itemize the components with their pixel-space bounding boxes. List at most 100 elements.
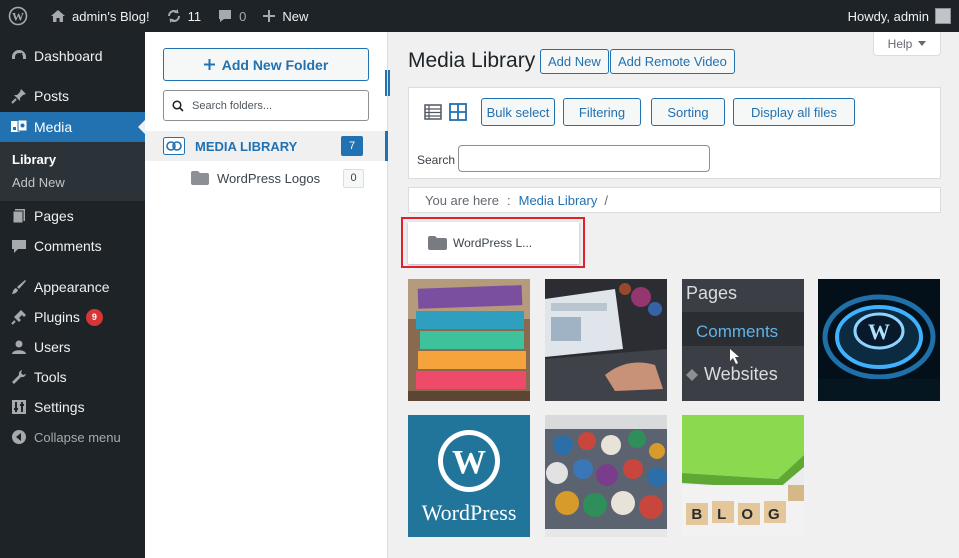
collapse-label: Collapse menu [34, 429, 121, 445]
menu-posts[interactable]: Posts [0, 81, 145, 111]
plus-icon [262, 9, 276, 23]
wp-logo-button[interactable]: W [0, 0, 42, 32]
folder-count: 0 [343, 168, 364, 188]
howdy-text: Howdy, admin [847, 8, 929, 24]
thumb-text-blog: BLOG [691, 506, 794, 523]
page-title: Media Library [408, 49, 536, 72]
list-view-icon[interactable] [424, 103, 442, 121]
media-library-logo-icon [163, 137, 185, 155]
pin-icon [9, 86, 29, 106]
sorting-button[interactable]: Sorting [651, 98, 725, 126]
search-icon [172, 99, 184, 112]
plugins-update-badge: 9 [85, 308, 103, 326]
thumbnail-wordpress-badges[interactable] [545, 415, 667, 537]
menu-users[interactable]: Users [0, 332, 145, 362]
add-folder-label: Add New Folder [221, 56, 329, 73]
thumbnail-colorful-books[interactable] [408, 279, 530, 401]
menu-label: Plugins [34, 309, 80, 325]
folder-item[interactable]: WordPress Logos 0 [145, 165, 388, 191]
thumbnail-glowing-wordpress-logo[interactable]: W [818, 279, 940, 401]
updates-link[interactable]: 11 [158, 0, 210, 32]
menu-appearance[interactable]: Appearance [0, 272, 145, 302]
updates-count: 11 [187, 8, 202, 24]
media-toolbar: Bulk select Filtering Sorting Display al… [408, 87, 941, 179]
site-name: admin's Blog! [72, 8, 150, 24]
menu-label: Comments [34, 238, 102, 254]
menu-dashboard[interactable]: Dashboard [0, 41, 145, 71]
svg-text:W: W [452, 444, 486, 481]
brush-icon [9, 277, 29, 297]
menu-label: Posts [34, 88, 70, 104]
breadcrumb-prefix: You are here [425, 192, 499, 208]
settings-icon [9, 397, 29, 417]
highlight-box [401, 217, 585, 268]
grid-view-icon[interactable] [449, 103, 467, 121]
menu-tools[interactable]: Tools [0, 362, 145, 392]
thumbnail-wordpress-logo[interactable]: W WordPress [408, 415, 530, 537]
menu-label: Settings [34, 399, 85, 415]
thumbnail-blog-cubes[interactable]: BLOG [682, 415, 804, 537]
folder-icon [191, 171, 209, 185]
menu-settings[interactable]: Settings [0, 392, 145, 422]
comment-icon [9, 236, 29, 256]
menu-comments[interactable]: Comments [0, 231, 145, 261]
thumb-text-comments: Comments [696, 322, 778, 341]
menu-label: Tools [34, 369, 67, 385]
media-submenu: Library Add New [0, 142, 145, 201]
help-tab[interactable]: Help [873, 32, 941, 56]
search-folders-input[interactable]: Search folders... [163, 90, 369, 121]
media-library-root[interactable]: MEDIA LIBRARY 7 [145, 131, 388, 161]
pages-icon [9, 206, 29, 226]
add-new-button[interactable]: Add New [540, 49, 609, 74]
media-search-input[interactable] [458, 145, 710, 172]
home-icon [50, 8, 66, 24]
svg-text:W: W [12, 10, 24, 24]
menu-label: Dashboard [34, 48, 103, 64]
menu-plugins[interactable]: Plugins 9 [0, 302, 145, 332]
plus-icon [203, 59, 215, 70]
admin-bar: W admin's Blog! 11 0 New Howdy, admin [0, 0, 959, 32]
plugin-icon [9, 307, 29, 327]
site-name-link[interactable]: admin's Blog! [42, 0, 158, 32]
breadcrumb-media-library-link[interactable]: Media Library [519, 193, 598, 208]
comments-link[interactable]: 0 [209, 0, 254, 32]
menu-label: Appearance [34, 279, 110, 295]
wordpress-logo-icon: W [8, 6, 28, 26]
breadcrumb-separator: : [506, 192, 511, 208]
filtering-button[interactable]: Filtering [563, 98, 641, 126]
breadcrumb-trail: / [604, 192, 608, 208]
menu-pages[interactable]: Pages [0, 201, 145, 231]
folder-name: WordPress Logos [217, 170, 321, 186]
thumb-text-wordpress: WordPress [422, 500, 517, 525]
search-label: Search [417, 153, 456, 167]
svg-text:W: W [868, 319, 890, 344]
help-label: Help [887, 36, 913, 51]
media-icon [9, 117, 29, 137]
dashboard-icon [9, 46, 29, 66]
thumb-text-pages: Pages [686, 283, 737, 303]
admin-menu: Dashboard Posts Media Library Add New Pa… [0, 32, 145, 558]
add-remote-video-button[interactable]: Add Remote Video [610, 49, 735, 74]
thumbnail-pages-comments-websites[interactable]: Pages Comments Websites [682, 279, 804, 401]
menu-media[interactable]: Media [0, 112, 145, 142]
new-content-link[interactable]: New [254, 0, 316, 32]
breadcrumb: You are here : Media Library / [408, 187, 941, 213]
user-icon [9, 337, 29, 357]
caret-down-icon [918, 41, 927, 46]
thumbnail-laptop-typing[interactable] [545, 279, 667, 401]
my-account-link[interactable]: Howdy, admin [840, 0, 959, 32]
add-new-folder-button[interactable]: Add New Folder [163, 48, 369, 81]
display-all-files-button[interactable]: Display all files [733, 98, 855, 126]
collapse-menu-button[interactable]: Collapse menu [0, 422, 145, 452]
submenu-library[interactable]: Library [0, 148, 145, 171]
thumb-text-websites: Websites [704, 364, 778, 384]
avatar [935, 8, 951, 24]
menu-label: Pages [34, 208, 74, 224]
submenu-add-new[interactable]: Add New [0, 171, 145, 194]
media-library-count: 7 [341, 136, 363, 156]
refresh-icon [166, 8, 182, 24]
bulk-select-button[interactable]: Bulk select [481, 98, 555, 126]
media-library-label: MEDIA LIBRARY [195, 138, 298, 154]
collapse-arrow-icon [9, 427, 29, 447]
main-content: Help Media Library Add New Add Remote Vi… [390, 32, 959, 558]
